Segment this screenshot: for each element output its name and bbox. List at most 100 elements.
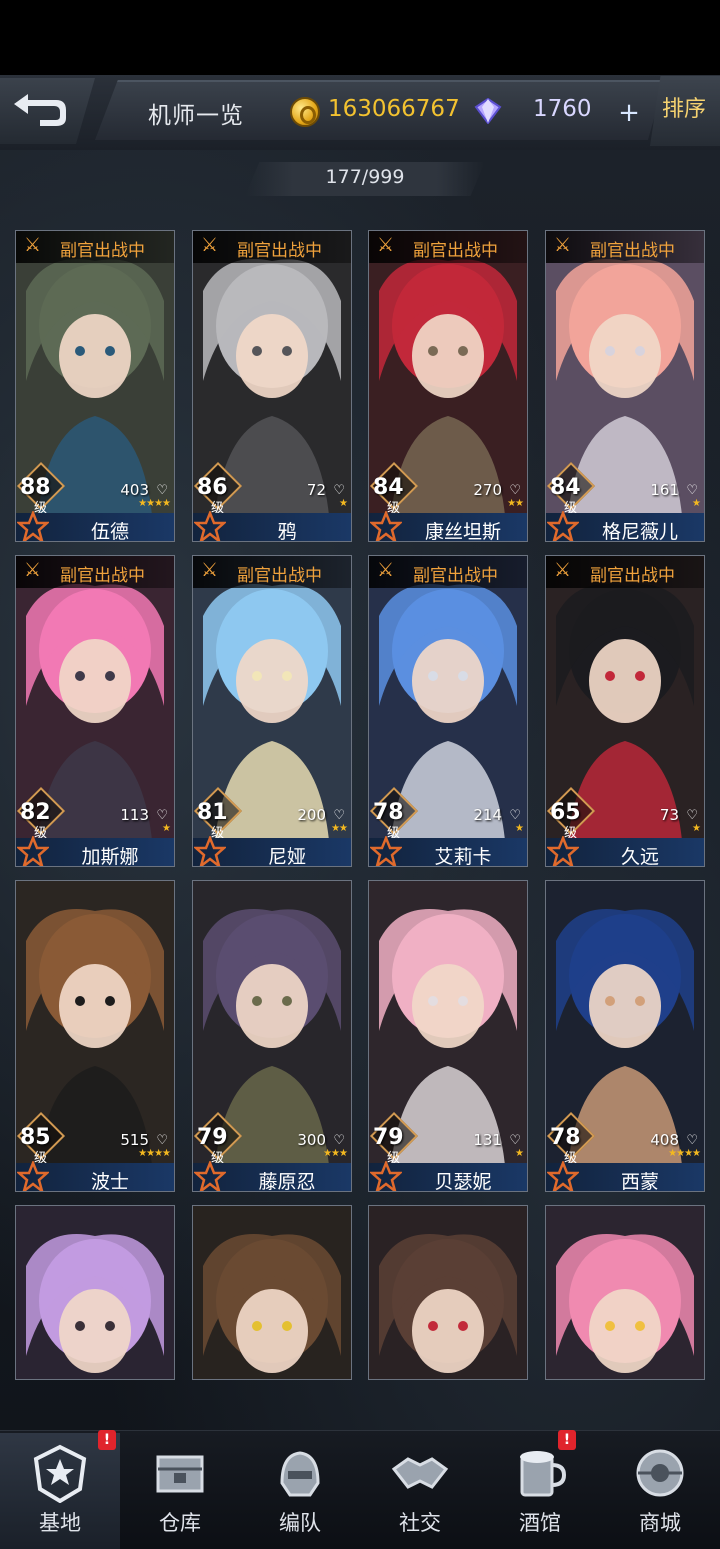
back-arrow-icon xyxy=(14,94,66,126)
pilot-favor: 131 xyxy=(473,1131,502,1149)
aide-status: 副官出战中 xyxy=(590,566,675,586)
nav-label: 酒馆 xyxy=(519,1511,561,1535)
star-icon xyxy=(194,511,226,541)
star-icon xyxy=(17,836,49,866)
pilot-favor: 73 xyxy=(659,806,679,824)
pilot-favor: 72 xyxy=(306,481,326,499)
nav-item[interactable]: 商城 xyxy=(600,1433,720,1549)
heart-icon: ♡ xyxy=(686,1133,698,1148)
pilot-card[interactable]: 85 级 515 ♡ ★★★★ 波士 xyxy=(15,880,175,1192)
nav-item[interactable]: 酒馆! xyxy=(480,1430,600,1549)
aide-banner: ⚔ 副官出战中 xyxy=(546,556,704,588)
pilot-name: 西蒙 xyxy=(620,1171,659,1192)
pilot-card[interactable]: 79 级 131 ♡ ★ 贝瑟妮 xyxy=(368,880,528,1192)
aide-status: 副官出战中 xyxy=(590,241,675,261)
nav-item[interactable]: 社交 xyxy=(360,1433,480,1549)
pilot-stars: ★ xyxy=(162,823,171,834)
add-gems-button[interactable]: + xyxy=(615,100,643,127)
pilot-card[interactable]: ⚔ 副官出战中 78 级 214 ♡ ★ 艾莉卡 xyxy=(368,555,528,867)
star-icon xyxy=(370,511,402,541)
handshake-icon xyxy=(391,1457,449,1489)
pilot-stars: ★★ xyxy=(507,498,524,509)
crossed-swords-icon: ⚔ xyxy=(24,559,42,581)
pilot-card[interactable]: ⚔ 副官出战中 81 级 200 ♡ ★★ 尼娅 xyxy=(192,555,352,867)
pilot-favor: 515 xyxy=(120,1131,149,1149)
pilot-card[interactable] xyxy=(368,1205,528,1380)
tavern-mug-icon xyxy=(520,1451,567,1497)
pilot-card[interactable]: ⚔ 副官出战中 84 级 270 ♡ ★★ 康丝坦斯 xyxy=(368,230,528,542)
aide-banner: ⚔ 副官出战中 xyxy=(193,556,351,588)
nav-item[interactable]: 仓库 xyxy=(120,1433,240,1549)
heart-icon: ♡ xyxy=(333,483,345,498)
pilot-card[interactable]: ⚔ 副官出战中 82 级 113 ♡ ★ 加斯娜 xyxy=(15,555,175,867)
gem-icon xyxy=(474,98,502,124)
crossed-swords-icon: ⚔ xyxy=(201,234,219,256)
pilot-name: 伍德 xyxy=(90,521,129,542)
coin-amount: 163066767 xyxy=(328,96,460,122)
pilot-stars: ★ xyxy=(339,498,348,509)
pilot-name: 加斯娜 xyxy=(81,846,139,867)
pilot-portrait xyxy=(546,1206,704,1379)
pilot-favor: 300 xyxy=(297,1131,326,1149)
star-icon xyxy=(17,1161,49,1191)
star-icon xyxy=(370,836,402,866)
heart-icon: ♡ xyxy=(509,1133,521,1148)
aide-banner: ⚔ 副官出战中 xyxy=(16,231,174,263)
crossed-swords-icon: ⚔ xyxy=(377,234,395,256)
heart-icon: ♡ xyxy=(156,1133,168,1148)
pilot-favor: 113 xyxy=(120,806,149,824)
pilot-portrait xyxy=(16,1206,174,1379)
pilot-favor: 403 xyxy=(120,481,149,499)
pilot-favor: 200 xyxy=(297,806,326,824)
nav-item[interactable]: 基地! xyxy=(0,1430,120,1549)
heart-icon: ♡ xyxy=(509,483,521,498)
sort-label: 排序 xyxy=(662,97,707,122)
pilot-name: 康丝坦斯 xyxy=(424,521,501,542)
pilot-favor: 161 xyxy=(650,481,679,499)
aide-status: 副官出战中 xyxy=(237,241,322,261)
pilot-card[interactable]: 78 级 408 ♡ ★★★★ 西蒙 xyxy=(545,880,705,1192)
star-icon xyxy=(194,836,226,866)
coin-icon xyxy=(290,97,320,127)
heart-icon: ♡ xyxy=(156,808,168,823)
heart-icon: ♡ xyxy=(509,808,521,823)
heart-icon: ♡ xyxy=(333,808,345,823)
pilot-stars: ★★ xyxy=(331,823,348,834)
pilot-card[interactable]: ⚔ 副官出战中 84 级 161 ♡ ★ 格尼薇儿 xyxy=(545,230,705,542)
pilot-name: 格尼薇儿 xyxy=(601,521,678,542)
star-icon xyxy=(547,511,579,541)
pilot-card[interactable]: 79 级 300 ♡ ★★★ 藤原忍 xyxy=(192,880,352,1192)
pilot-stars: ★ xyxy=(515,1148,524,1159)
pilot-card[interactable]: ⚔ 副官出战中 88 级 403 ♡ ★★★★ 伍德 xyxy=(15,230,175,542)
warehouse-crate-icon xyxy=(156,1455,204,1493)
pilot-card[interactable]: ⚔ 副官出战中 86 级 72 ♡ ★ 鸦 xyxy=(192,230,352,542)
base-emblem-icon xyxy=(33,1444,87,1503)
pilot-card[interactable]: ⚔ 副官出战中 65 级 73 ♡ ★ 久远 xyxy=(545,555,705,867)
nav-label: 社交 xyxy=(399,1511,441,1535)
pilot-name: 艾莉卡 xyxy=(434,846,492,867)
notification-badge: ! xyxy=(558,1430,576,1450)
aide-banner: ⚔ 副官出战中 xyxy=(546,231,704,263)
star-icon xyxy=(17,511,49,541)
pilot-card[interactable] xyxy=(15,1205,175,1380)
pilot-name: 藤原忍 xyxy=(258,1171,316,1192)
crossed-swords-icon: ⚔ xyxy=(201,559,219,581)
crossed-swords-icon: ⚔ xyxy=(377,559,395,581)
pilot-card[interactable] xyxy=(192,1205,352,1380)
nav-item[interactable]: 编队 xyxy=(240,1433,360,1549)
shop-sphere-icon xyxy=(636,1449,684,1497)
pilot-stars: ★★★★ xyxy=(138,498,171,509)
formation-helmet-icon xyxy=(280,1451,320,1497)
pilot-count: 177/999 xyxy=(325,166,405,188)
heart-icon: ♡ xyxy=(686,483,698,498)
pilot-card[interactable] xyxy=(545,1205,705,1380)
sort-button[interactable]: 排序 xyxy=(650,76,720,146)
pilot-stars: ★ xyxy=(692,498,701,509)
heart-icon: ♡ xyxy=(156,483,168,498)
pilot-stars: ★★★ xyxy=(323,1148,348,1159)
aide-status: 副官出战中 xyxy=(237,566,322,586)
aide-status: 副官出战中 xyxy=(413,241,498,261)
star-icon xyxy=(547,1161,579,1191)
aide-status: 副官出战中 xyxy=(60,566,145,586)
heart-icon: ♡ xyxy=(333,1133,345,1148)
